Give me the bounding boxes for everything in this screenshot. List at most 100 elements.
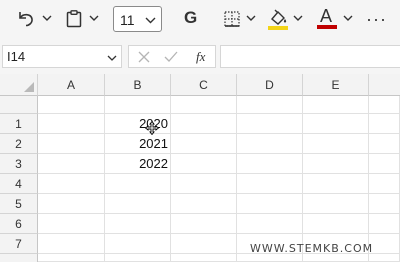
cell-b3[interactable]: 2022 bbox=[105, 154, 171, 174]
cell-d6[interactable] bbox=[237, 214, 303, 234]
enter-check-icon[interactable] bbox=[164, 51, 178, 63]
watermark: WWW.STEMKB.COM bbox=[250, 242, 374, 255]
formula-bar: I14 fx bbox=[0, 38, 400, 74]
name-box-value: I14 bbox=[7, 49, 26, 64]
cell-a0[interactable] bbox=[38, 96, 105, 114]
cell-d1[interactable] bbox=[237, 114, 303, 134]
column-header-a[interactable]: A bbox=[38, 74, 105, 96]
row-header-5[interactable]: 5 bbox=[0, 194, 38, 214]
chevron-down-icon bbox=[145, 17, 156, 24]
cell-b6[interactable] bbox=[105, 214, 171, 234]
cell-d2[interactable] bbox=[237, 134, 303, 154]
fill-color-button[interactable] bbox=[266, 6, 290, 32]
cell-e4[interactable] bbox=[303, 174, 369, 194]
column-header-e[interactable]: E bbox=[303, 74, 369, 96]
select-all-corner[interactable] bbox=[0, 74, 38, 96]
cell-c0[interactable] bbox=[171, 96, 237, 114]
row-header-6[interactable]: 6 bbox=[0, 214, 38, 234]
font-color-button[interactable]: A bbox=[316, 6, 340, 32]
row-header-spacer bbox=[0, 96, 38, 114]
font-size-value: 11 bbox=[120, 12, 135, 28]
borders-icon bbox=[224, 11, 240, 27]
cell-e8[interactable] bbox=[303, 254, 369, 262]
cell-c4[interactable] bbox=[171, 174, 237, 194]
cell-c1[interactable] bbox=[171, 114, 237, 134]
cell-d3[interactable] bbox=[237, 154, 303, 174]
cell-a3[interactable] bbox=[38, 154, 105, 174]
cell-a4[interactable] bbox=[38, 174, 105, 194]
cell-e2[interactable] bbox=[303, 134, 369, 154]
formula-input[interactable] bbox=[220, 45, 400, 68]
cell-b8[interactable] bbox=[105, 254, 171, 262]
cell-f0[interactable] bbox=[369, 96, 400, 114]
borders-dropdown-chevron-icon[interactable] bbox=[246, 14, 256, 22]
cell-e0[interactable] bbox=[303, 96, 369, 114]
cell-b0[interactable] bbox=[105, 96, 171, 114]
font-color-label: A bbox=[320, 6, 333, 26]
cell-c3[interactable] bbox=[171, 154, 237, 174]
cell-e3[interactable] bbox=[303, 154, 369, 174]
cell-e6[interactable] bbox=[303, 214, 369, 234]
cell-b7[interactable] bbox=[105, 234, 171, 254]
paste-button[interactable] bbox=[62, 8, 86, 30]
cell-d0[interactable] bbox=[237, 96, 303, 114]
spreadsheet-grid: A B C D E 1 2 3 4 5 6 7 202020212022 bbox=[0, 74, 400, 262]
fill-color-dropdown-chevron-icon[interactable] bbox=[293, 14, 303, 22]
cell-c7[interactable] bbox=[171, 234, 237, 254]
cancel-x-icon[interactable] bbox=[138, 51, 150, 63]
select-all-triangle-icon bbox=[24, 82, 34, 92]
cell-c2[interactable] bbox=[171, 134, 237, 154]
ribbon-toolbar: 11 G A ··· bbox=[0, 0, 400, 38]
cell-a2[interactable] bbox=[38, 134, 105, 154]
column-header-d[interactable]: D bbox=[237, 74, 303, 96]
borders-button[interactable] bbox=[222, 9, 242, 29]
undo-dropdown-chevron-icon[interactable] bbox=[42, 14, 52, 22]
cell-c6[interactable] bbox=[171, 214, 237, 234]
insert-function-button[interactable]: fx bbox=[196, 49, 205, 65]
cell-a6[interactable] bbox=[38, 214, 105, 234]
cell-a1[interactable] bbox=[38, 114, 105, 134]
cell-f8[interactable] bbox=[369, 254, 400, 262]
cell-a7[interactable] bbox=[38, 234, 105, 254]
cell-b4[interactable] bbox=[105, 174, 171, 194]
name-box[interactable]: I14 bbox=[2, 45, 122, 68]
cell-f3[interactable] bbox=[369, 154, 400, 174]
cell-e5[interactable] bbox=[303, 194, 369, 214]
cell-c5[interactable] bbox=[171, 194, 237, 214]
clipboard-icon bbox=[66, 10, 82, 28]
cell-f5[interactable] bbox=[369, 194, 400, 214]
cell-f4[interactable] bbox=[369, 174, 400, 194]
cell-f2[interactable] bbox=[369, 134, 400, 154]
cell-b5[interactable] bbox=[105, 194, 171, 214]
cell-e1[interactable] bbox=[303, 114, 369, 134]
row-header-2[interactable]: 2 bbox=[0, 134, 38, 154]
font-size-select[interactable]: 11 bbox=[113, 6, 162, 32]
row-header-4[interactable]: 4 bbox=[0, 174, 38, 194]
row-header-8[interactable] bbox=[0, 254, 38, 262]
fill-color-icon bbox=[268, 9, 288, 30]
cell-d8[interactable] bbox=[237, 254, 303, 262]
column-header-b[interactable]: B bbox=[105, 74, 171, 96]
chevron-down-icon bbox=[107, 55, 117, 61]
column-header-c[interactable]: C bbox=[171, 74, 237, 96]
undo-button[interactable] bbox=[14, 8, 38, 30]
cell-b1[interactable]: 2020 bbox=[105, 114, 171, 134]
cell-d4[interactable] bbox=[237, 174, 303, 194]
more-options-icon[interactable]: ··· bbox=[366, 9, 387, 30]
cell-d5[interactable] bbox=[237, 194, 303, 214]
column-header-f[interactable] bbox=[369, 74, 400, 96]
row-header-7[interactable]: 7 bbox=[0, 234, 38, 254]
cell-f7[interactable] bbox=[369, 234, 400, 254]
paste-dropdown-chevron-icon[interactable] bbox=[89, 14, 99, 22]
font-color-dropdown-chevron-icon[interactable] bbox=[343, 14, 353, 22]
cell-a5[interactable] bbox=[38, 194, 105, 214]
cell-b2[interactable]: 2021 bbox=[105, 134, 171, 154]
cell-a8[interactable] bbox=[38, 254, 105, 262]
cell-f6[interactable] bbox=[369, 214, 400, 234]
row-header-3[interactable]: 3 bbox=[0, 154, 38, 174]
cell-f1[interactable] bbox=[369, 114, 400, 134]
cell-c8[interactable] bbox=[171, 254, 237, 262]
bold-button[interactable]: G bbox=[184, 8, 197, 28]
formula-buttons: fx bbox=[128, 45, 216, 68]
row-header-1[interactable]: 1 bbox=[0, 114, 38, 134]
